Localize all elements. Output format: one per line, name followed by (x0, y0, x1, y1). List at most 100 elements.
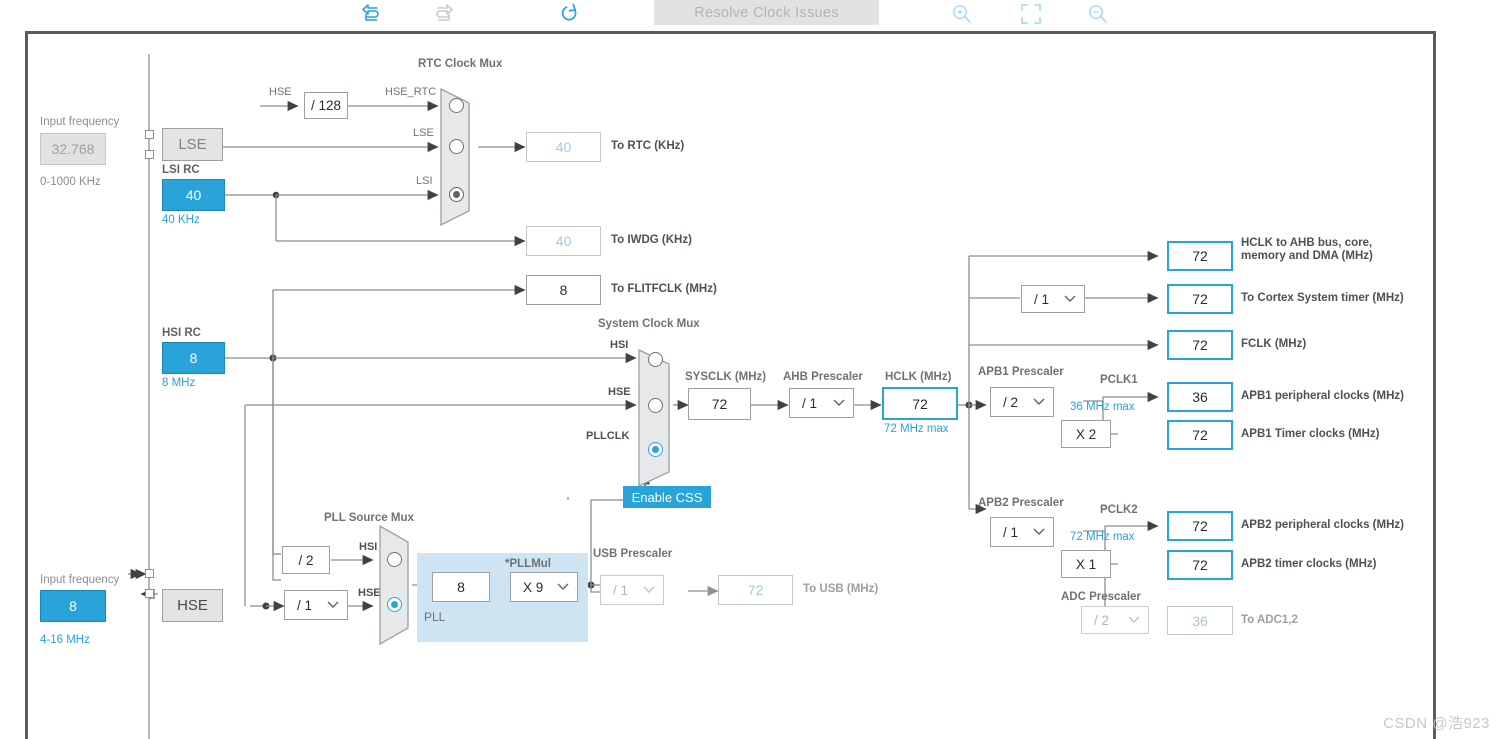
enable-css-button[interactable]: Enable CSS (623, 486, 711, 508)
hclk-value: 72 (882, 387, 958, 420)
apb2-peripheral-label: APB2 peripheral clocks (MHz) (1241, 519, 1404, 531)
sysmux-input-hse-label: HSE (608, 386, 631, 398)
pllmul-label: *PLLMul (505, 558, 551, 570)
adc-prescaler-select[interactable]: / 2 (1081, 606, 1149, 634)
fit-to-screen-icon[interactable] (1011, 0, 1051, 28)
hse-input-frequency-field[interactable]: 8 (40, 590, 106, 622)
chevron-down-icon (327, 601, 339, 608)
rtc-mux-input-lsi-label: LSI (416, 175, 433, 187)
hse-rtc-input-label: HSE (269, 86, 292, 98)
rtc-mux-radio-lse[interactable] (449, 139, 464, 154)
chevron-down-icon (1033, 528, 1045, 535)
pclk2-label: PCLK2 (1100, 504, 1138, 516)
ahb-prescaler-select[interactable]: / 1 (789, 388, 854, 418)
apb2-peripheral-value: 72 (1167, 511, 1233, 541)
to-flitfclk-label: To FLITFCLK (MHz) (611, 283, 717, 295)
apb1-prescaler-value: / 2 (1003, 394, 1019, 410)
lse-pin-top[interactable] (145, 130, 154, 139)
chevron-down-icon (557, 583, 569, 590)
to-iwdg-label: To IWDG (KHz) (611, 234, 692, 246)
sysmux-input-hsi-label: HSI (610, 339, 629, 351)
sysclk-label: SYSCLK (MHz) (685, 371, 767, 383)
apb2-prescaler-select[interactable]: / 1 (990, 517, 1054, 547)
lse-range-label: 0-1000 KHz (40, 176, 101, 188)
lsi-value-field[interactable]: 40 (162, 179, 225, 211)
apb2-timer-value: 72 (1167, 550, 1233, 580)
rtc-mux-input-lse-label: LSE (413, 127, 434, 139)
pll-input-value: 8 (432, 572, 490, 602)
sysmux-radio-hse[interactable] (648, 398, 663, 413)
apb1-prescaler-select[interactable]: / 2 (990, 387, 1054, 417)
lse-block[interactable]: LSE (162, 128, 223, 161)
chevron-down-icon (1064, 295, 1076, 302)
cortex-systick-prescaler-select[interactable]: / 1 (1021, 285, 1085, 313)
adc-prescaler-value: / 2 (1094, 612, 1110, 628)
clock-tree-canvas[interactable]: Input frequency 32.768 0-1000 KHz LSE LS… (25, 31, 1436, 739)
sysmux-input-pllclk-label: PLLCLK (586, 430, 630, 442)
apb2-prescaler-value: / 1 (1003, 524, 1019, 540)
apb1-peripheral-value: 36 (1167, 382, 1233, 412)
pllmux-input-hsi-label: HSI (359, 541, 378, 553)
usb-prescaler-label: USB Prescaler (593, 548, 673, 560)
apb1-timer-multiplier: X 2 (1061, 420, 1111, 448)
rtc-mux-radio-lsi[interactable] (449, 187, 464, 202)
to-flitfclk-value: 8 (526, 275, 601, 305)
chevron-down-icon (1128, 616, 1140, 623)
apb1-prescaler-label: APB1 Prescaler (978, 366, 1064, 378)
to-usb-value: 72 (718, 575, 793, 605)
sysmux-radio-hsi[interactable] (648, 352, 663, 367)
to-iwdg-value: 40 (526, 226, 601, 256)
pllmul-select[interactable]: X 9 (510, 572, 578, 602)
apb1-timer-value: 72 (1167, 420, 1233, 450)
rtc-mux-radio-hse-rtc[interactable] (449, 98, 464, 113)
cortex-systick-label: To Cortex System timer (MHz) (1241, 292, 1404, 304)
lsi-rc-title: LSI RC (162, 164, 200, 176)
hse-prescaler-select[interactable]: / 1 (284, 590, 348, 620)
chevron-down-icon (643, 586, 655, 593)
sysclk-value: 72 (688, 388, 751, 420)
fclk-value: 72 (1167, 330, 1233, 360)
to-adc-label: To ADC1,2 (1241, 614, 1298, 626)
resolve-clock-issues-button[interactable]: Resolve Clock Issues (654, 0, 879, 25)
zoom-in-magnifier-icon[interactable] (942, 0, 982, 28)
usb-prescaler-value: / 1 (613, 582, 629, 598)
cortex-systick-value: 72 (1167, 284, 1233, 314)
hse-pin-bottom[interactable] (145, 589, 154, 598)
pll-area-label: PLL (424, 610, 446, 624)
lse-pin-bottom[interactable] (145, 150, 154, 159)
pll-hsi-divider: / 2 (282, 546, 330, 574)
apb2-prescaler-label: APB2 Prescaler (978, 497, 1064, 509)
apb2-max-note: 72 MHz max (1070, 531, 1135, 543)
usb-prescaler-select[interactable]: / 1 (600, 575, 664, 605)
undo-arrow-icon[interactable] (353, 0, 393, 28)
ahb-prescaler-label: AHB Prescaler (783, 371, 863, 383)
adc-prescaler-label: ADC Prescaler (1061, 591, 1141, 603)
system-clock-mux-title: System Clock Mux (598, 318, 700, 330)
hsi-note: 8 MHz (162, 377, 196, 389)
reset-circular-arrow-icon[interactable] (550, 0, 590, 28)
hse-pin-top[interactable] (145, 569, 154, 578)
pll-source-mux-title: PLL Source Mux (324, 512, 414, 524)
hsi-value-field[interactable]: 8 (162, 342, 225, 374)
system-clock-mux[interactable] (637, 348, 679, 488)
pll-source-mux[interactable] (378, 524, 418, 646)
lse-input-frequency-label: Input frequency (40, 116, 120, 128)
fclk-label: FCLK (MHz) (1241, 338, 1307, 350)
hclk-label: HCLK (MHz) (885, 371, 952, 383)
hse-block[interactable]: HSE (162, 589, 223, 622)
apb2-timer-label: APB2 timer clocks (MHz) (1241, 558, 1377, 570)
pllmul-value: X 9 (523, 579, 544, 595)
sysmux-radio-pllclk[interactable] (648, 442, 663, 457)
pllmux-radio-hsi[interactable] (387, 552, 402, 567)
hclk-ahb-bus-label-line2: memory and DMA (MHz) (1241, 250, 1373, 262)
redo-arrow-icon[interactable] (423, 0, 463, 28)
hse-prescaler-value: / 1 (297, 597, 313, 613)
apb1-peripheral-label: APB1 peripheral clocks (MHz) (1241, 390, 1404, 402)
zoom-out-magnifier-icon[interactable] (1078, 0, 1118, 28)
rtc-clock-mux-title: RTC Clock Mux (418, 58, 503, 70)
pllmux-radio-hse[interactable] (387, 597, 402, 612)
to-adc-value: 36 (1167, 606, 1233, 635)
hse-range-label: 4-16 MHz (40, 634, 90, 646)
clock-toolbar: Resolve Clock Issues (0, 0, 1498, 28)
lse-input-frequency-field[interactable]: 32.768 (40, 133, 106, 165)
